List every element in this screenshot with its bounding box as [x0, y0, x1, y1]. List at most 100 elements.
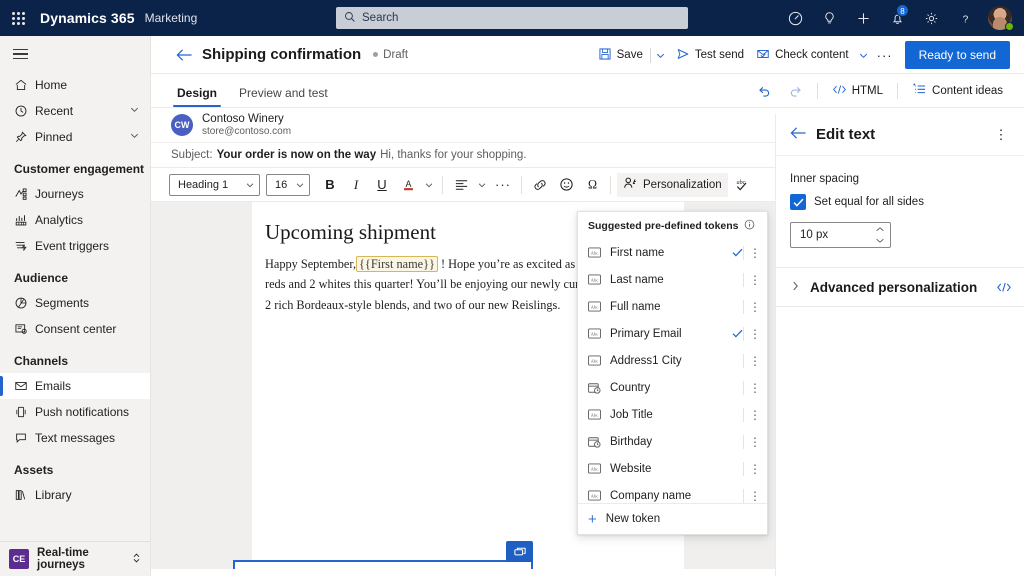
chevron-down-icon	[295, 180, 305, 190]
panel-more-icon[interactable]: ⋮	[990, 128, 1012, 141]
command-overflow-button[interactable]: ···	[873, 42, 897, 68]
omega-icon[interactable]: Ω	[580, 173, 604, 197]
token-more-icon[interactable]: ⋮	[748, 463, 762, 475]
target-icon[interactable]	[778, 0, 812, 36]
new-token-button[interactable]: + New token	[578, 503, 767, 534]
gear-icon[interactable]	[914, 0, 948, 36]
check-content-button[interactable]: Check content	[750, 42, 855, 68]
undo-icon[interactable]	[750, 79, 779, 103]
search-box[interactable]	[336, 7, 688, 29]
personalization-edit-icon[interactable]	[996, 280, 1012, 294]
token-more-icon[interactable]: ⋮	[748, 247, 762, 259]
bell-icon[interactable]: 8	[880, 0, 914, 36]
token-more-icon[interactable]: ⋮	[748, 328, 762, 340]
italic-button[interactable]: I	[344, 173, 368, 197]
back-icon[interactable]	[171, 42, 197, 68]
align-icon[interactable]	[449, 173, 473, 197]
paragraph-style-select[interactable]: Heading 1	[169, 173, 260, 196]
sidebar-item-segments[interactable]: Segments	[0, 290, 150, 316]
app-launcher-icon[interactable]	[0, 0, 36, 36]
sidebar-collapse-icon[interactable]	[0, 36, 151, 72]
svg-text:Abc: Abc	[591, 467, 599, 472]
sender-email: store@contoso.com	[202, 125, 292, 137]
token-item-address1-city[interactable]: Abc Address1 City ⋮	[578, 347, 767, 374]
content-ideas-button[interactable]: Content ideas	[905, 79, 1010, 103]
info-icon[interactable]	[744, 219, 755, 233]
token-more-icon[interactable]: ⋮	[748, 301, 762, 313]
test-send-button[interactable]: Test send	[670, 42, 750, 68]
personalization-button[interactable]: Personalization	[617, 172, 728, 197]
sidebar-item-push-notifications[interactable]: Push notifications	[0, 399, 150, 425]
top-navigation-bar: Dynamics 365 Marketing 8	[0, 0, 1024, 36]
token-more-icon[interactable]: ⋮	[748, 436, 762, 448]
underline-button[interactable]: U	[370, 173, 394, 197]
lightbulb-icon[interactable]	[812, 0, 846, 36]
font-color-button[interactable]: A	[396, 173, 420, 197]
panel-back-icon[interactable]	[790, 126, 807, 143]
sidebar-item-pinned[interactable]: Pinned	[0, 124, 150, 150]
bold-button[interactable]: B	[318, 173, 342, 197]
token-more-icon[interactable]: ⋮	[748, 409, 762, 421]
save-chevron-down-icon[interactable]	[652, 42, 670, 68]
emoji-icon[interactable]	[554, 173, 578, 197]
check-content-chevron-down-icon[interactable]	[855, 42, 873, 68]
question-icon[interactable]: ?	[948, 0, 982, 36]
save-button[interactable]: Save	[592, 42, 649, 68]
token-more-icon[interactable]: ⋮	[748, 274, 762, 286]
tab-preview-and-test[interactable]: Preview and test	[233, 86, 334, 107]
plus-icon: +	[588, 510, 597, 528]
token-item-birthday[interactable]: Birthday ⋮	[578, 428, 767, 455]
subject-value: Your order is now on the way	[216, 149, 377, 161]
duplicate-block-icon[interactable]	[506, 541, 533, 562]
sidebar-item-recent[interactable]: Recent	[0, 98, 150, 124]
align-chevron-down-icon[interactable]	[475, 173, 489, 197]
spellcheck-icon[interactable]: abc	[730, 173, 754, 197]
sidebar-item-home[interactable]: Home	[0, 72, 150, 98]
stepper-down-icon[interactable]	[875, 235, 885, 246]
token-item-website[interactable]: Abc Website ⋮	[578, 455, 767, 482]
token-item-last-name[interactable]: Abc Last name ⋮	[578, 266, 767, 293]
avatar[interactable]	[982, 0, 1018, 36]
set-equal-checkbox[interactable]	[790, 194, 806, 210]
token-item-primary-email[interactable]: Abc Primary Email ⋮	[578, 320, 767, 347]
html-button[interactable]: HTML	[825, 79, 890, 103]
sidebar-item-label: Analytics	[35, 213, 84, 227]
token-more-icon[interactable]: ⋮	[748, 490, 762, 502]
spacing-stepper[interactable]: 10 px	[790, 222, 891, 248]
redo-icon[interactable]	[781, 79, 810, 103]
sidebar-item-journeys[interactable]: Journeys	[0, 181, 150, 207]
sidebar-item-text-messages[interactable]: Text messages	[0, 425, 150, 451]
stepper-up-icon[interactable]	[875, 224, 885, 235]
sidebar-item-emails[interactable]: Emails	[0, 373, 150, 399]
sidebar-item-consent-center[interactable]: Consent center	[0, 316, 150, 342]
token-item-country[interactable]: Country ⋮	[578, 374, 767, 401]
more-formats-button[interactable]: ···	[491, 173, 515, 197]
token-item-job-title[interactable]: Abc Job Title ⋮	[578, 401, 767, 428]
divider	[743, 434, 744, 449]
token-label: Primary Email	[610, 327, 682, 340]
token-more-icon[interactable]: ⋮	[748, 355, 762, 367]
sidebar-item-event-triggers[interactable]: Event triggers	[0, 233, 150, 259]
search-input[interactable]	[362, 12, 662, 24]
ready-to-send-button[interactable]: Ready to send	[904, 41, 1010, 69]
inline-token[interactable]: {{First name}}	[356, 256, 438, 272]
link-icon[interactable]	[528, 173, 552, 197]
plus-icon[interactable]	[846, 0, 880, 36]
font-size-select[interactable]: 16	[266, 173, 310, 196]
chevron-updown-icon[interactable]	[131, 552, 142, 567]
advanced-personalization-section[interactable]: Advanced personalization	[776, 267, 1024, 307]
chevron-down-icon[interactable]	[129, 130, 140, 144]
chevron-down-icon[interactable]	[129, 104, 140, 118]
sidebar-item-analytics[interactable]: Analytics	[0, 207, 150, 233]
divider	[610, 175, 611, 194]
token-item-first-name[interactable]: Abc First name ⋮	[578, 239, 767, 266]
sidebar-item-library[interactable]: Library	[0, 482, 150, 508]
tab-design[interactable]: Design	[171, 86, 223, 107]
token-item-full-name[interactable]: Abc Full name ⋮	[578, 293, 767, 320]
token-more-icon[interactable]: ⋮	[748, 382, 762, 394]
set-equal-checkbox-row[interactable]: Set equal for all sides	[790, 194, 1010, 210]
selected-text-block[interactable]: {{First name}}, we thin you might also l…	[233, 541, 533, 569]
area-switcher[interactable]: CE Real-time journeys	[0, 541, 151, 576]
token-label: First name	[610, 246, 665, 259]
font-color-chevron-down-icon[interactable]	[422, 173, 436, 197]
